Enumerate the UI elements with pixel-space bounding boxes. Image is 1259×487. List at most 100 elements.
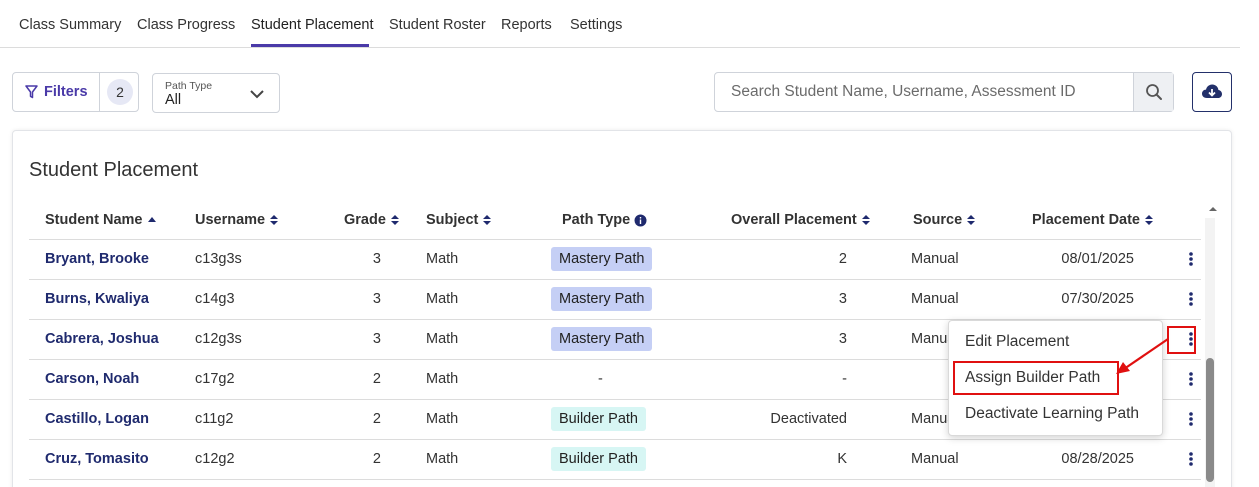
filters-label: Filters	[44, 84, 88, 100]
username-cell: c17g2	[195, 371, 235, 387]
subject-cell: Math	[426, 251, 459, 267]
column-label: Grade	[344, 212, 386, 228]
search-icon	[1145, 84, 1162, 100]
placement-date-cell: 08/01/2025	[1061, 251, 1134, 267]
student-name-link[interactable]: Cabrera, Joshua	[45, 331, 159, 347]
student-name-link[interactable]: Burns, Kwaliya	[45, 291, 149, 307]
column-header-grade[interactable]: Grade	[344, 212, 400, 228]
column-label: Overall Placement	[731, 212, 857, 228]
username-cell: c14g3	[195, 291, 235, 307]
table-row: Cruz, Tomasito c12g2 2 Math Builder Path…	[29, 440, 1201, 480]
chevron-down-icon	[250, 90, 264, 99]
more-vertical-icon	[1189, 252, 1193, 266]
tab-reports[interactable]: Reports	[501, 17, 552, 33]
column-header-path-type[interactable]: Path Type	[562, 212, 647, 228]
grade-cell: 3	[372, 251, 381, 267]
grade-cell: 3	[372, 291, 381, 307]
search-button[interactable]	[1133, 73, 1173, 111]
more-vertical-icon	[1189, 372, 1193, 386]
student-name-link[interactable]: Bryant, Brooke	[45, 251, 149, 267]
sort-icon	[967, 215, 976, 225]
active-tab-indicator	[251, 44, 369, 47]
overall-placement-cell: Deactivated	[770, 411, 847, 427]
overall-placement-cell: 3	[838, 331, 847, 347]
path-type-cell: -	[598, 371, 603, 387]
column-label: Source	[913, 212, 963, 228]
grade-cell: 2	[372, 371, 381, 387]
username-cell: c12g2	[195, 451, 235, 467]
scrollbar-thumb[interactable]	[1206, 358, 1214, 482]
table-row: Bryant, Brooke c13g3s 3 Math Mastery Pat…	[29, 240, 1201, 280]
card-title: Student Placement	[29, 159, 198, 181]
subject-cell: Math	[426, 411, 459, 427]
row-actions-button[interactable]	[1182, 451, 1200, 473]
placement-date-cell: 07/30/2025	[1061, 291, 1134, 307]
table-row: Burns, Kwaliya c14g3 3 Math Mastery Path…	[29, 280, 1201, 320]
sort-icon	[270, 215, 279, 225]
subject-cell: Math	[426, 331, 459, 347]
student-name-link[interactable]: Carson, Noah	[45, 371, 139, 387]
source-cell: Manual	[911, 251, 959, 267]
tab-class-summary[interactable]: Class Summary	[19, 17, 121, 33]
path-type-badge: Mastery Path	[551, 327, 653, 351]
row-actions-button[interactable]	[1182, 291, 1200, 313]
column-header-student-name[interactable]: Student Name	[45, 212, 157, 228]
tab-student-placement[interactable]: Student Placement	[251, 17, 374, 33]
column-label: Username	[195, 212, 266, 228]
placement-date-cell: 08/28/2025	[1061, 451, 1134, 467]
menu-item-deactivate-learning-path[interactable]: Deactivate Learning Path	[965, 405, 1139, 423]
username-cell: c11g2	[195, 411, 234, 427]
row-actions-button[interactable]	[1182, 251, 1200, 273]
column-label: Path Type	[562, 212, 631, 228]
tab-student-roster[interactable]: Student Roster	[389, 17, 486, 33]
path-type-value: All	[165, 92, 182, 108]
column-label: Placement Date	[1032, 212, 1140, 228]
menu-item-assign-builder-path[interactable]: Assign Builder Path	[965, 369, 1100, 387]
search-box	[714, 72, 1174, 112]
source-cell: Manual	[911, 451, 959, 467]
info-icon[interactable]	[634, 214, 647, 227]
column-header-source[interactable]: Source	[913, 212, 976, 228]
column-label: Student Name	[45, 212, 143, 228]
filters-button[interactable]: Filters	[13, 73, 100, 111]
download-button[interactable]	[1192, 72, 1232, 112]
username-cell: c12g3s	[195, 331, 242, 347]
column-label: Subject	[426, 212, 479, 228]
overall-placement-cell: K	[837, 451, 847, 467]
menu-item-edit-placement[interactable]: Edit Placement	[965, 333, 1069, 351]
subject-cell: Math	[426, 291, 459, 307]
filter-icon	[25, 85, 38, 99]
tab-bar: Class Summary Class Progress Student Pla…	[0, 0, 1240, 48]
more-vertical-icon	[1189, 292, 1193, 306]
tab-class-progress[interactable]: Class Progress	[137, 17, 235, 33]
row-actions-button[interactable]	[1182, 331, 1200, 353]
scroll-up-icon[interactable]	[1208, 205, 1218, 213]
grade-cell: 2	[372, 411, 381, 427]
column-header-placement-date[interactable]: Placement Date	[1032, 212, 1154, 228]
overall-placement-cell: 3	[838, 291, 847, 307]
path-type-label: Path Type	[165, 80, 213, 92]
cloud-download-icon	[1202, 84, 1222, 98]
column-header-overall-placement[interactable]: Overall Placement	[731, 212, 871, 228]
grade-cell: 2	[372, 451, 381, 467]
search-input[interactable]	[715, 73, 1133, 111]
sort-icon	[390, 215, 399, 225]
subject-cell: Math	[426, 451, 459, 467]
more-vertical-icon	[1189, 412, 1193, 426]
path-type-badge: Mastery Path	[551, 247, 653, 271]
row-actions-button[interactable]	[1182, 371, 1200, 393]
overall-placement-cell: -	[842, 371, 847, 387]
row-actions-button[interactable]	[1182, 411, 1200, 433]
tab-settings[interactable]: Settings	[570, 17, 622, 33]
student-name-link[interactable]: Castillo, Logan	[45, 411, 149, 427]
sort-ascending-icon	[147, 217, 156, 222]
column-header-username[interactable]: Username	[195, 212, 279, 228]
grade-cell: 3	[372, 331, 381, 347]
student-name-link[interactable]: Cruz, Tomasito	[45, 451, 149, 467]
path-type-select[interactable]: Path Type All	[152, 73, 280, 113]
more-vertical-icon	[1189, 332, 1193, 346]
annotation-arrow-icon	[1116, 338, 1169, 374]
column-header-subject[interactable]: Subject	[426, 212, 492, 228]
path-type-badge: Builder Path	[551, 407, 646, 431]
filters-control: Filters 2	[12, 72, 139, 112]
